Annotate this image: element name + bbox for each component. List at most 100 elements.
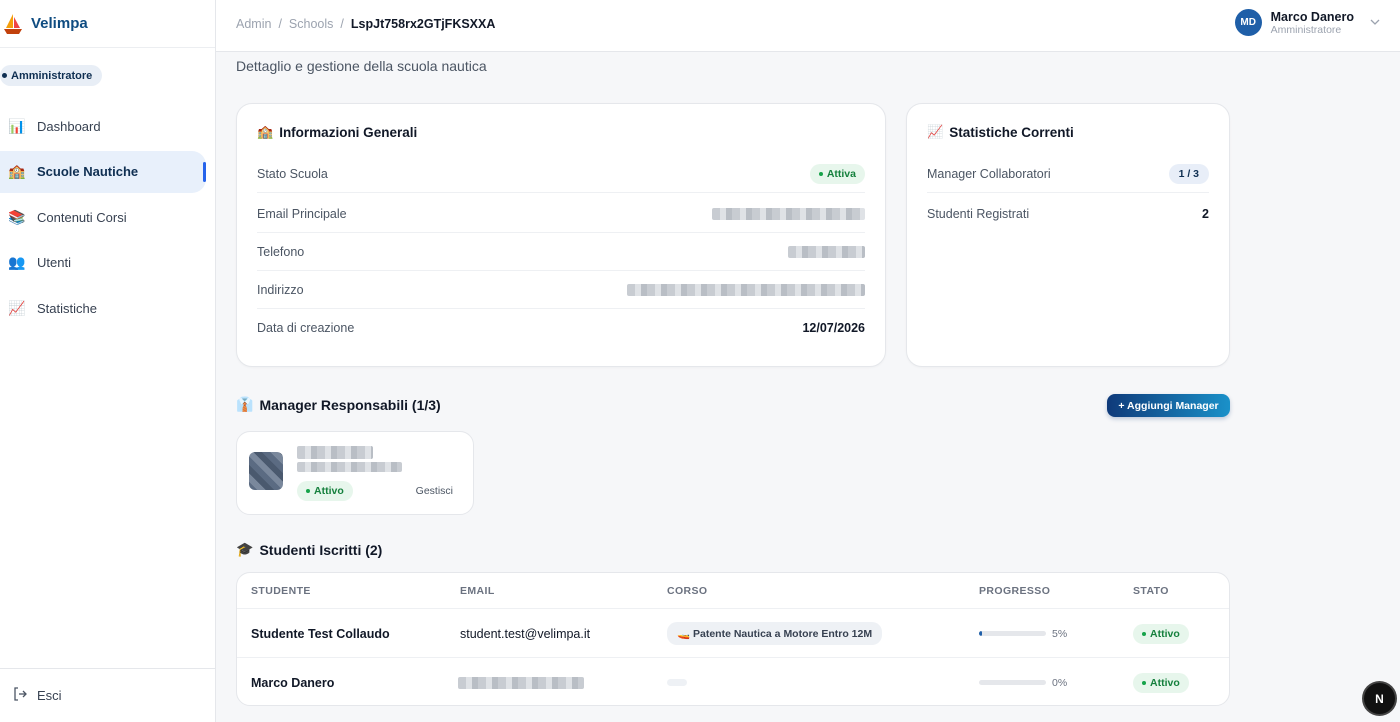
info-row-telefono: Telefono [257,233,865,271]
status-badge: Attiva [809,163,865,184]
managers-count-badge: 1 / 3 [1168,163,1209,184]
info-label: Data di creazione [257,321,355,335]
breadcrumb-separator: / [278,17,282,31]
info-label: Telefono [257,244,305,259]
progress-bar [979,680,1046,685]
sidebar-item-label: Utenti [37,255,71,270]
sidebar-item-contenuti-corsi[interactable]: 📚 Contenuti Corsi [0,196,206,238]
column-header-email: EMAIL [460,585,495,597]
course-badge: 🚤 Patente Nautica a Motore Entro 12M [667,622,883,645]
logout-icon [13,687,27,704]
column-header-studente: STUDENTE [251,585,311,597]
stats-label: Manager Collaboratori [927,166,1051,181]
trend-chart-icon: 📈 [8,299,26,316]
stats-row-studenti: Studenti Registrati 2 [927,195,1209,233]
user-menu[interactable]: MD Marco Danero Amministratore [1234,9,1380,36]
column-header-corso: CORSO [667,585,708,597]
stats-label: Studenti Registrati [927,207,1030,221]
status-badge-text: Attivo [314,485,344,497]
manager-icon: 👔 [236,396,254,412]
column-header-progresso: PROGRESSO [979,585,1051,597]
books-icon: 📚 [8,208,26,225]
students-table: STUDENTE EMAIL CORSO PROGRESSO STATO Stu… [236,572,1230,706]
column-header-stato: STATO [1133,585,1169,597]
student-email: student.test@velimpa.it [460,626,591,641]
avatar: MD [1234,9,1262,36]
section-title-text: Studenti Iscritti (2) [259,541,383,558]
add-manager-button[interactable]: + Aggiungi Manager [1107,394,1230,417]
trend-chart-icon: 📈 [927,124,944,139]
sidebar-item-label: Scuole Nautiche [37,164,139,179]
info-row-stato: Stato Scuola Attiva [257,155,865,193]
logout-button[interactable]: Esci [0,668,215,722]
redacted-value [788,245,865,258]
status-badge-text: Attiva [826,167,856,180]
status-badge: Attivo [1133,623,1189,644]
card-title: 📈 Statistiche Correnti [927,124,1074,140]
table-header: STUDENTE EMAIL CORSO PROGRESSO STATO [237,573,1229,609]
school-icon: 🏫 [8,163,26,179]
graduation-cap-icon: 🎓 [236,541,254,557]
stats-card: 📈 Statistiche Correnti Manager Collabora… [906,103,1230,367]
chevron-down-icon [1370,17,1380,28]
breadcrumb-separator: / [340,17,344,31]
role-label: Amministratore [11,69,93,82]
breadcrumb: Admin / Schools / LspJt758rx2GTjFKSXXA [236,17,495,31]
status-badge: Attivo [1133,672,1189,693]
info-row-email: Email Principale [257,195,865,233]
students-count: 2 [1202,207,1209,221]
users-icon: 👥 [8,254,26,270]
school-icon: 🏫 [257,124,274,139]
role-badge: Amministratore [0,65,103,86]
sidebar-item-utenti[interactable]: 👥 Utenti [0,242,206,284]
progress-label: 5% [1052,627,1068,640]
info-card: 🏫 Informazioni Generali Stato Scuola Att… [236,103,886,367]
info-value: 12/07/2026 [802,321,865,335]
status-dot-icon [818,171,823,176]
card-title: 🏫 Informazioni Generali [257,124,417,140]
breadcrumb-schools[interactable]: Schools [289,17,333,31]
info-label: Email Principale [257,206,347,221]
manager-card: Attivo Gestisci [236,431,474,515]
breadcrumb-current: LspJt758rx2GTjFKSXXA [350,17,496,31]
student-name: Marco Danero [251,675,335,690]
status-badge-text: Attivo [1150,627,1180,640]
app-logo[interactable]: Velimpa [0,0,215,48]
app-name: Velimpa [31,15,88,32]
students-section-title: 🎓 Studenti Iscritti (2) [236,541,382,558]
table-row[interactable]: Marco Danero 0% Attivo [237,658,1229,705]
progress-bar [979,631,1046,636]
status-dot-icon [1142,631,1146,636]
sidebar-nav: 📊 Dashboard 🏫 Scuole Nautiche 📚 Contenut… [0,105,216,333]
section-title-text: Manager Responsabili (1/3) [259,396,441,413]
role-dot-icon [2,73,7,78]
info-row-indirizzo: Indirizzo [257,271,865,309]
info-row-data: Data di creazione 12/07/2026 [257,309,865,347]
avatar [249,452,283,490]
manage-manager-link[interactable]: Gestisci [416,485,453,497]
top-bar: Admin / Schools / LspJt758rx2GTjFKSXXA M… [216,0,1400,52]
status-dot-icon [1142,680,1146,685]
stats-row-managers: Manager Collaboratori 1 / 3 [927,155,1209,193]
sidebar-item-label: Statistiche [37,300,97,316]
sidebar-item-scuole-nautiche[interactable]: 🏫 Scuole Nautiche [0,150,206,193]
table-row[interactable]: Studente Test Collaudo student.test@veli… [237,609,1229,658]
page-subtitle: Dettaglio e gestione della scuola nautic… [236,58,487,74]
card-title-text: Informazioni Generali [279,124,418,140]
sidebar-item-dashboard[interactable]: 📊 Dashboard [0,105,206,147]
info-label: Stato Scuola [257,166,328,181]
sidebar: Velimpa Amministratore 📊 Dashboard 🏫 Scu… [0,0,216,722]
sailboat-logo-icon [3,13,23,35]
breadcrumb-admin[interactable]: Admin [236,17,271,31]
progress-indicator: 0% [979,658,1067,705]
dev-tools-button[interactable]: N [1364,683,1395,714]
sidebar-item-statistiche[interactable]: 📈 Statistiche [0,287,206,329]
card-title-text: Statistiche Correnti [949,124,1074,140]
redacted-manager-name [297,446,373,459]
course-badge-empty [667,679,687,686]
status-badge: Attivo [297,481,353,501]
status-badge-text: Attivo [1150,676,1180,689]
student-name: Studente Test Collaudo [251,626,390,641]
sidebar-item-label: Contenuti Corsi [37,209,127,225]
logout-label: Esci [37,688,62,703]
